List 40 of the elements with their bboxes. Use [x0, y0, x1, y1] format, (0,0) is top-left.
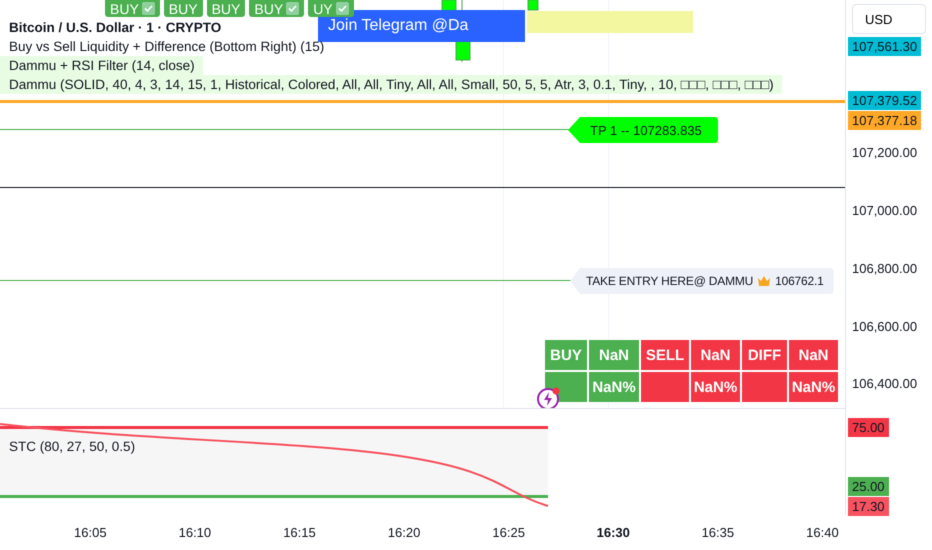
table-cell: DIFF	[742, 340, 787, 370]
table-cell: BUY	[545, 340, 587, 370]
time-label: 16:15	[282, 525, 317, 540]
table-cell: NaN	[789, 340, 838, 370]
table-cell: NaN	[691, 340, 740, 370]
price-tag: 25.00	[848, 477, 889, 496]
price-tag: 17.30	[848, 497, 889, 516]
price-label: 106,800.00	[851, 260, 918, 278]
price-tag: 107,379.52	[848, 91, 922, 110]
time-label: 16:40	[805, 525, 840, 540]
time-label: 16:30	[596, 525, 631, 540]
price-tag: 107,377.18	[848, 111, 922, 130]
time-label: 16:05	[73, 525, 108, 540]
time-label: 16:25	[491, 525, 526, 540]
price-tag: 75.00	[848, 418, 889, 437]
time-label: 16:10	[178, 525, 212, 540]
price-label: 107,200.00	[851, 144, 918, 162]
entry-price: 106762.1	[775, 274, 824, 288]
buy-signal-label: BUY	[105, 0, 160, 17]
currency-button[interactable]: USD	[852, 4, 926, 34]
table-cell: NaN%	[589, 372, 639, 402]
table-cell: NaN%	[789, 372, 838, 402]
entry-text: TAKE ENTRY HERE@ DAMMU	[586, 274, 754, 288]
time-label: 16:35	[700, 525, 736, 540]
oscillator-legend: STC (80, 27, 50, 0.5)	[9, 439, 136, 454]
indicator-legend: Dammu + RSI Filter (14, close)	[0, 56, 203, 75]
table-cell: NaN	[589, 340, 639, 370]
price-label: 106,600.00	[851, 318, 918, 336]
buy-signal-label: BUY	[206, 0, 246, 17]
indicator-legend: Dammu (SOLID, 40, 4, 3, 14, 15, 1, Historical, Colored, All, All, Tiny, All, All, Small, 50, 5, 5, Atr, 3, 0.1, Tiny, , 10, □□□, □□□, □□□)	[0, 75, 782, 94]
buy-signal-label: BUY	[249, 0, 304, 17]
price-label: 107,000.00	[851, 202, 918, 220]
buy-signal-label: BUY	[164, 0, 203, 17]
price-label: 106,400.00	[851, 375, 918, 393]
target-label: TP 1 -- 107283.835	[568, 117, 718, 143]
price-tag: 107,561.30	[848, 37, 922, 56]
buy-signal-label: UY	[308, 0, 354, 17]
time-label: 16:20	[386, 525, 422, 540]
table-cell: NaN%	[691, 372, 740, 402]
table-cell: SELL	[641, 340, 689, 370]
